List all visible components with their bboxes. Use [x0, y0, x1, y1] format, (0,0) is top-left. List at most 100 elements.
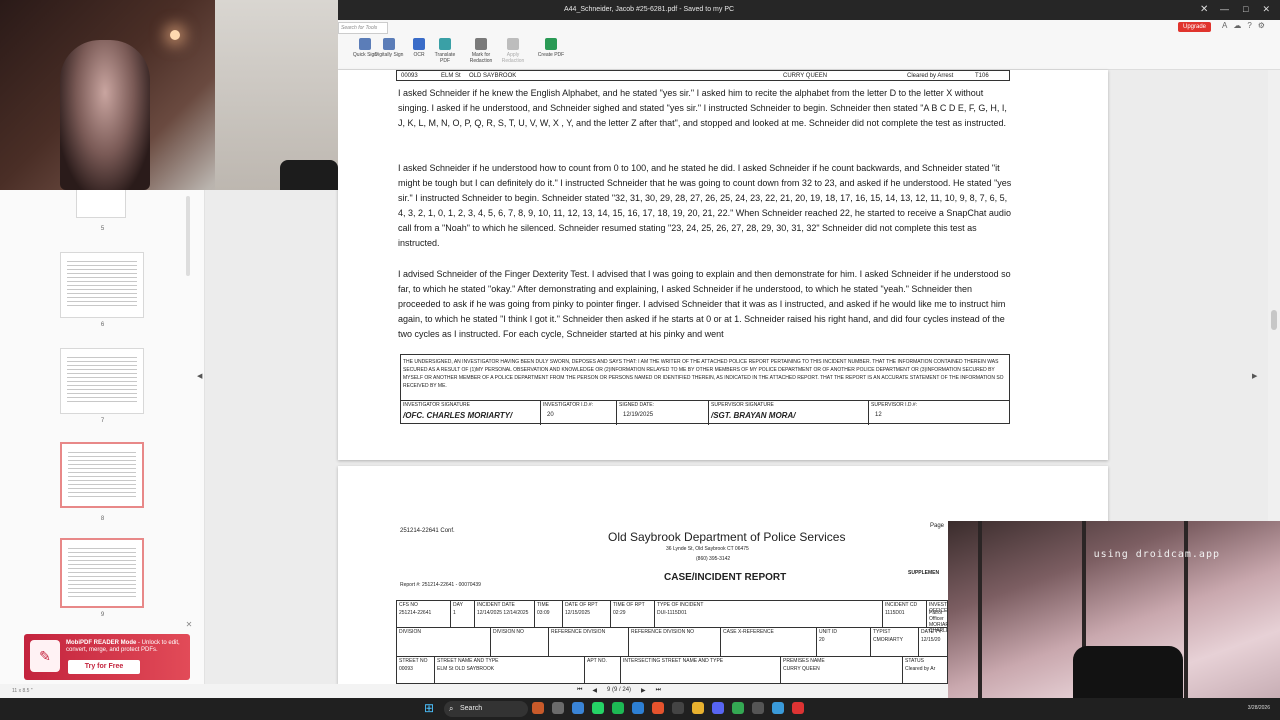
redact-apply-icon [507, 38, 519, 50]
promo-close-icon[interactable]: ✕ [184, 620, 194, 630]
table-cell: CASE X-REFERENCE [721, 628, 817, 657]
search-icon: ⌕ [449, 704, 454, 713]
table-cell: DATE OF RPT 12/15/2025 [563, 601, 611, 628]
table-cell: REFERENCE DIVISION NO [629, 628, 721, 657]
pdf-page-8: 00093 ELM St OLD SAYBROOK CURRY QUEEN Cl… [338, 70, 1108, 460]
webcam-overlay-bottom: using droidcam.app [948, 521, 1280, 707]
page-number-5: 5 [100, 226, 105, 232]
investigator-signature: /OFC. CHARLES MORIARTY/ [403, 411, 513, 420]
screen: A44_Schneider, Jacob #25-6281.pdf - Save… [0, 0, 1280, 720]
window-title: A44_Schneider, Jacob #25-6281.pdf - Save… [564, 6, 735, 13]
mobipdf-logo-icon: ✎ [30, 640, 60, 672]
app-icon[interactable] [572, 702, 584, 714]
page-number-7: 7 [100, 418, 105, 424]
table-cell: TIME OF RPT 02:29 [611, 601, 655, 628]
translate-pdf-button[interactable]: Translate PDF [430, 38, 460, 64]
pdf-app-icon[interactable] [792, 702, 804, 714]
translate-lang-icon[interactable]: A [1222, 21, 1227, 30]
page-thumbnail-8[interactable] [60, 442, 144, 508]
brave-icon[interactable] [652, 702, 664, 714]
digitally-sign-button[interactable]: Digitally Sign [374, 38, 404, 58]
minimize-button[interactable]: — [1220, 4, 1229, 15]
last-page-icon[interactable]: ⏭ [656, 687, 661, 694]
table-cell: TYPE OF INCIDENT DUI-1115D01 [655, 601, 883, 628]
status-bar-left: 11 x 8.5 " [0, 684, 205, 698]
case-report-title: CASE/INCIDENT REPORT [664, 572, 787, 583]
page-thumbnail-6[interactable] [60, 252, 144, 318]
scrollbar-thumb[interactable] [1271, 310, 1277, 330]
maximize-button[interactable]: □ [1243, 4, 1248, 15]
page-thumbnail-9[interactable] [60, 538, 144, 608]
help-icon[interactable]: ? [1247, 21, 1251, 30]
vscode-icon[interactable] [632, 702, 644, 714]
create-pdf-icon [545, 38, 557, 50]
close-tab-icon[interactable]: ✕ [1200, 4, 1208, 15]
chrome-icon[interactable] [692, 702, 704, 714]
supplement-label: SUPPLEMEN [908, 570, 940, 576]
supervisor-id-cell: SUPERVISOR I.D.#: 12 [871, 402, 918, 418]
narrative-paragraph-counting: I asked Schneider if he understood how t… [398, 163, 1012, 248]
page-indicator[interactable]: 9 (9 / 24) [607, 687, 631, 694]
try-for-free-button[interactable]: Try for Free [68, 660, 140, 674]
tool-search-input[interactable]: Search for Tools [338, 22, 388, 34]
promo-title: MobiPDF READER Mode [66, 640, 137, 646]
webcam-overlay-top [0, 0, 338, 190]
collapse-left-icon[interactable]: ◀ [197, 372, 202, 380]
taskbar-search[interactable]: ⌕ Search [444, 701, 528, 717]
close-button[interactable]: ✕ [1262, 4, 1270, 15]
taskbar: ⊞ ⌕ Search 3/28/2026 [0, 698, 1280, 720]
app-icon[interactable] [752, 702, 764, 714]
table-cell: PREMISES NAME CURRY QUEEN [781, 657, 903, 685]
prev-page-icon[interactable]: ◀ [592, 687, 597, 694]
notepad-icon[interactable] [772, 702, 784, 714]
ribbon-toolbar: Search for Tools Quick Sign Digitally Si… [338, 20, 1280, 70]
app-icon[interactable] [532, 702, 544, 714]
signed-date-cell: SIGNED DATE: 12/19/2025 [617, 400, 709, 425]
case-conf: 251214-22641 Conf. [400, 528, 455, 534]
certification-text: THE UNDERSIGNED, AN INVESTIGATOR HAVING … [403, 359, 1004, 389]
location-row: 00093 ELM St OLD SAYBROOK CURRY QUEEN Cl… [396, 70, 1010, 81]
taskbar-date: 3/28/2026 [1247, 705, 1270, 711]
supervisor-signature: /SGT. BRAYAN MORA/ [711, 411, 796, 420]
app-icon[interactable] [672, 702, 684, 714]
settings-icon[interactable]: ⚙ [1258, 21, 1265, 30]
thumbnail-panel: 5 6 7 8 9 [0, 184, 205, 684]
digital-sign-icon [383, 38, 395, 50]
ribbon-right-icons: A ☁ ? ⚙ [1222, 21, 1265, 30]
table-cell: STREET NO 00093 [397, 657, 435, 685]
promo-banner: ✎ MobiPDF READER Mode - Unlock to edit, … [24, 634, 190, 680]
app-icon[interactable] [732, 702, 744, 714]
department-address: 36 Lynde St, Old Saybrook CT 06475 [666, 546, 749, 552]
table-cell: INCIDENT DATE 12/14/2025 12/14/2025 [475, 601, 535, 628]
page-number-6: 6 [100, 322, 105, 328]
department-phone: (860) 395-3142 [696, 556, 731, 562]
table-cell: INCIDENT CD 1115D01 [883, 601, 927, 628]
app-icon[interactable] [552, 702, 564, 714]
page-number-9: 9 [100, 612, 105, 618]
page-thumbnail-7[interactable] [60, 348, 144, 414]
thumbnail-scrollbar[interactable] [186, 196, 190, 276]
supervisor-signature-cell: SUPERVISOR SIGNATURE /SGT. BRAYAN MORA/ [709, 400, 869, 425]
table-cell: UNIT ID 20 [817, 628, 871, 657]
first-page-icon[interactable]: ⏮ [577, 687, 582, 694]
page-dimensions: 11 x 8.5 " [12, 688, 33, 694]
cloud-icon[interactable]: ☁ [1233, 21, 1241, 30]
upgrade-button[interactable]: Upgrade [1178, 22, 1212, 32]
table-cell: DAY 1 [451, 601, 475, 628]
create-pdf-button[interactable]: Create PDF [536, 38, 566, 58]
whatsapp-icon[interactable] [592, 702, 604, 714]
table-cell: CFS NO 251214-22641 [397, 601, 451, 628]
ocr-icon [413, 38, 425, 50]
table-cell: STREET NAME AND TYPE ELM St OLD SAYBROOK [435, 657, 585, 685]
table-cell: TYPIST CMORIARTY [871, 628, 919, 657]
apply-redaction-button[interactable]: Apply Redaction [498, 38, 528, 64]
next-page-icon[interactable]: ▶ [641, 687, 646, 694]
app-icon[interactable] [712, 702, 724, 714]
page-number-8: 8 [100, 516, 105, 522]
table-cell: TIME 03:09 [535, 601, 563, 628]
windows-start-icon[interactable]: ⊞ [424, 702, 436, 714]
department-name: Old Saybrook Department of Police Servic… [608, 530, 846, 544]
collapse-right-icon[interactable]: ▶ [1252, 372, 1257, 380]
spotify-icon[interactable] [612, 702, 624, 714]
mark-redaction-button[interactable]: Mark for Redaction [466, 38, 496, 64]
